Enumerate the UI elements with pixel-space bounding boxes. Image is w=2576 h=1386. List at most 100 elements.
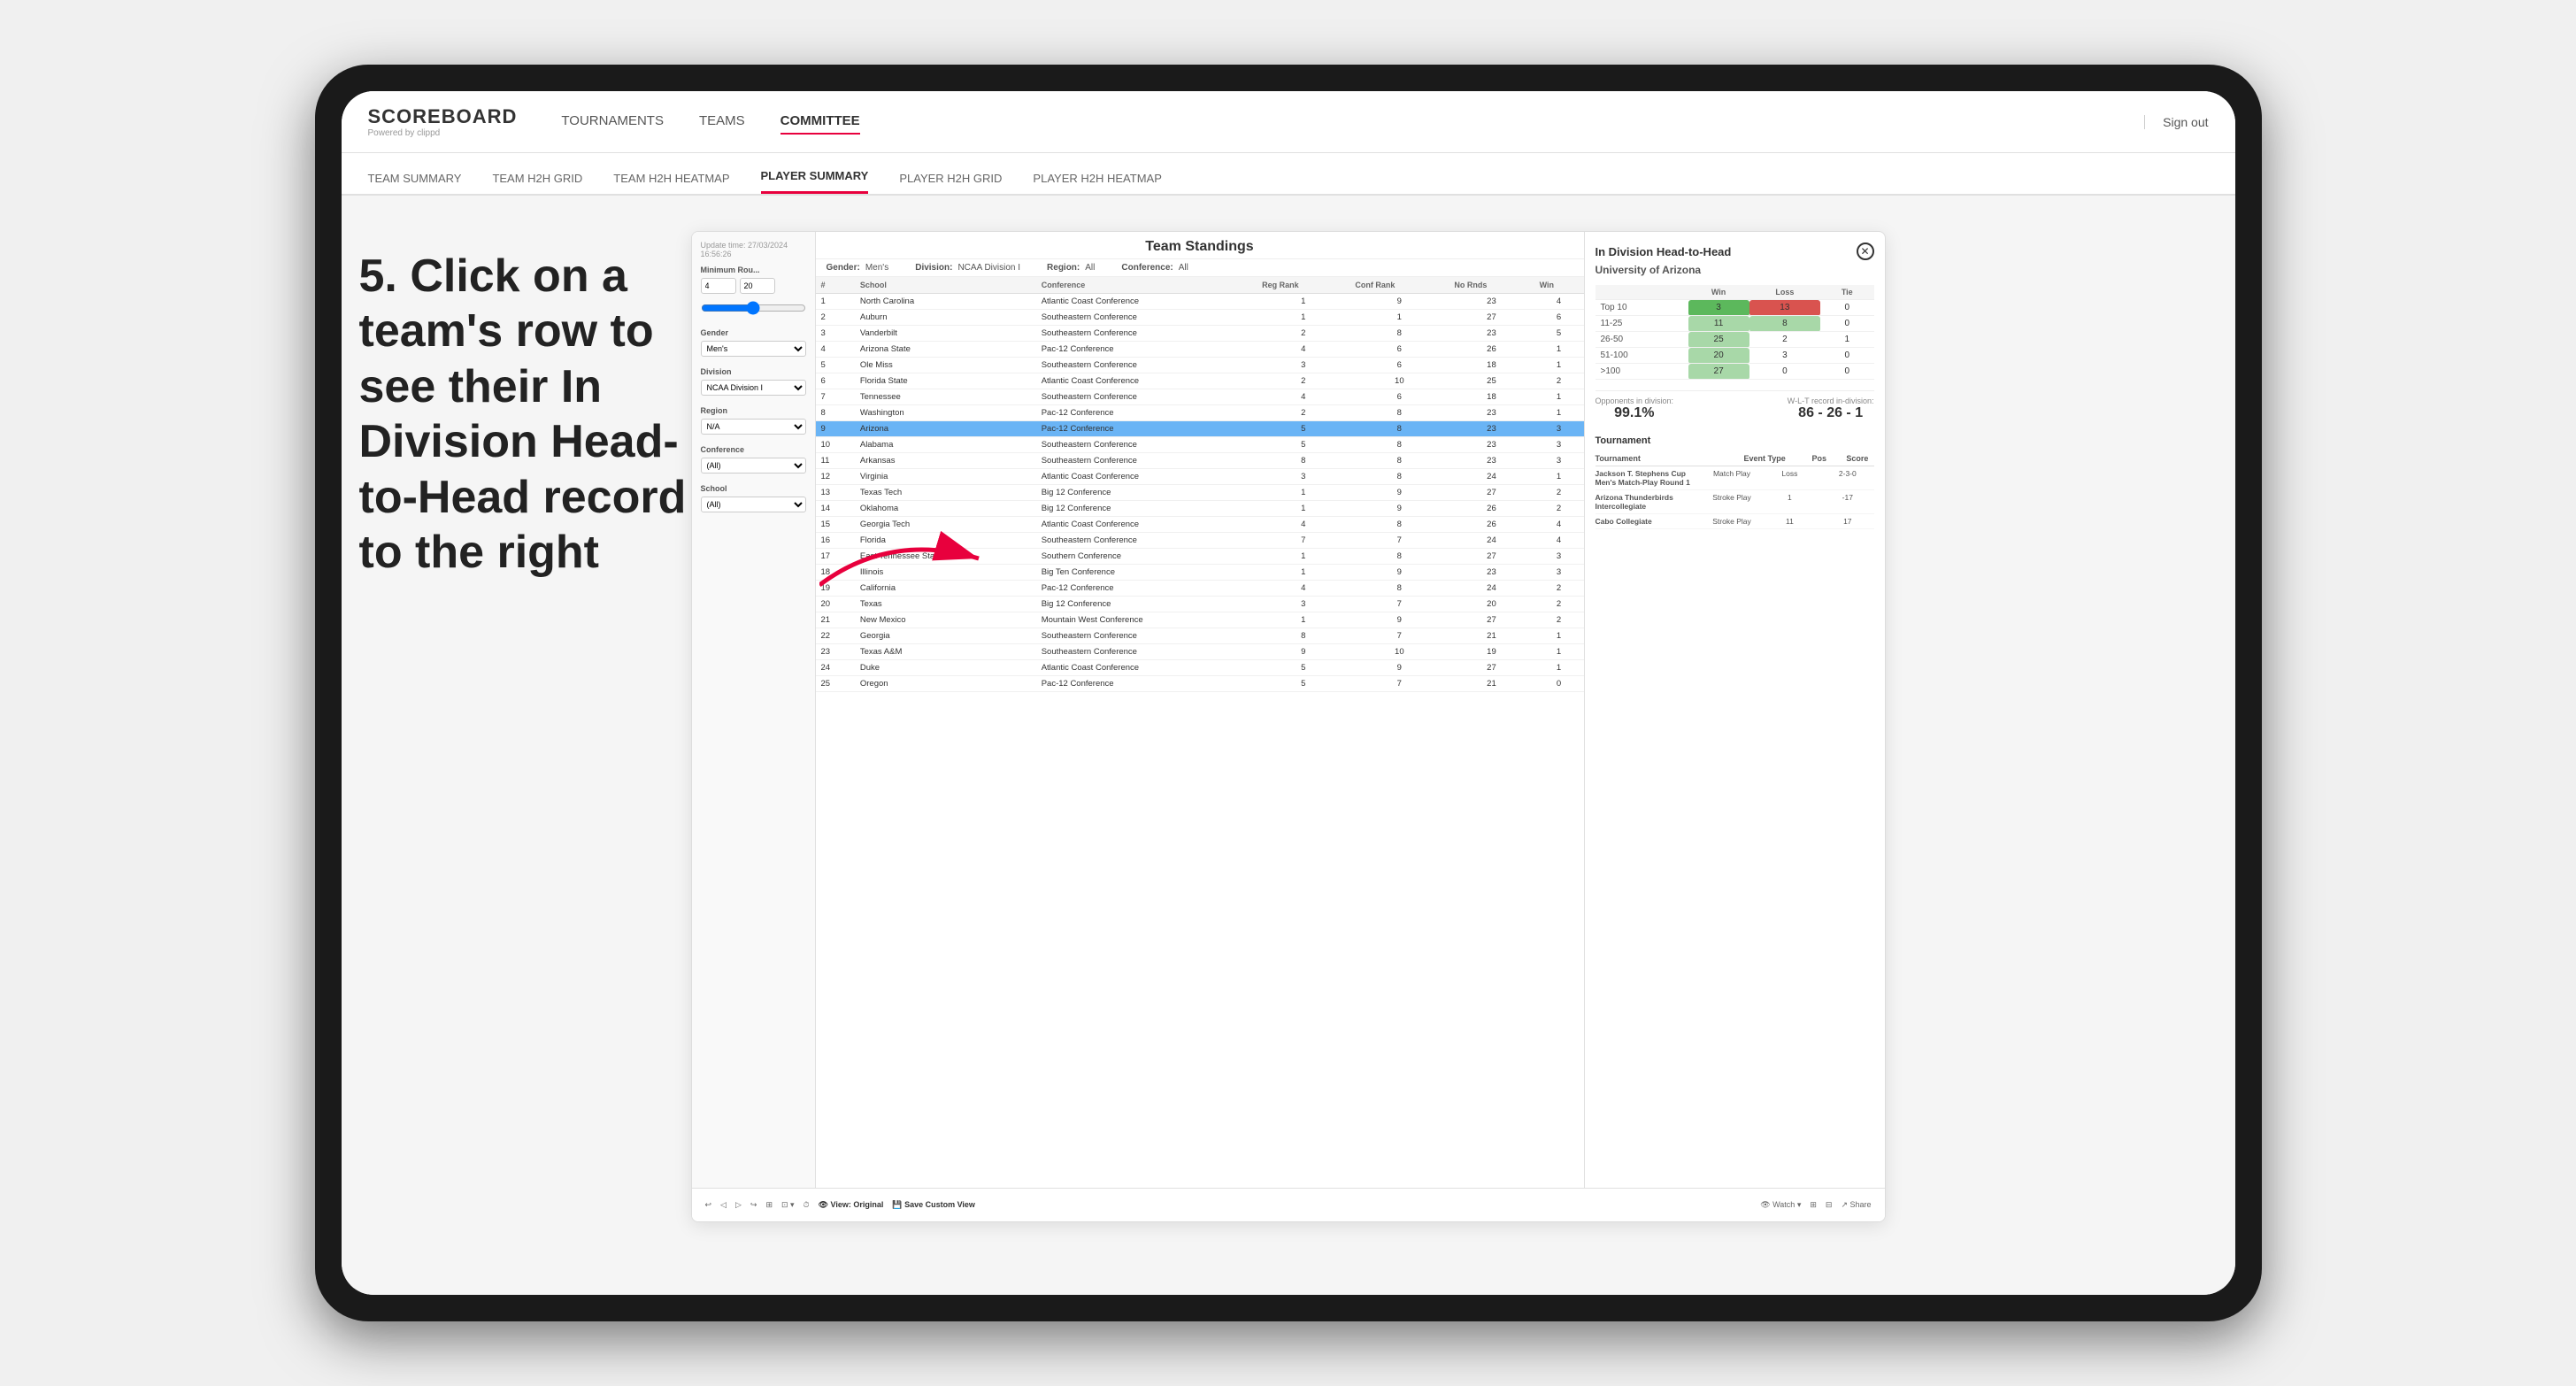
sub-nav-player-h2h-grid[interactable]: PLAYER H2H GRID (899, 172, 1002, 194)
cell-conf-rank: 7 (1350, 533, 1449, 549)
gender-filter-value: Men's (865, 263, 888, 273)
filter-min-rounds-input2[interactable] (740, 278, 775, 294)
cell-win: 3 (1534, 453, 1584, 469)
cell-no-rnds: 23 (1449, 453, 1534, 469)
cell-num: 3 (816, 326, 855, 342)
cell-conf-rank: 6 (1350, 358, 1449, 373)
toolbar-fwd[interactable]: ▷ (735, 1200, 742, 1210)
table-row[interactable]: 22 Georgia Southeastern Conference 8 7 2… (816, 628, 1584, 644)
h2h-row: Top 10 3 13 0 (1596, 300, 1874, 316)
h2h-panel: In Division Head-to-Head ✕ University of… (1584, 232, 1885, 1188)
toolbar-icon1[interactable]: ⊞ (1810, 1200, 1817, 1210)
table-row[interactable]: 6 Florida State Atlantic Coast Conferenc… (816, 373, 1584, 389)
table-row[interactable]: 11 Arkansas Southeastern Conference 8 8 … (816, 453, 1584, 469)
cell-conf-rank: 6 (1350, 342, 1449, 358)
cell-reg-rank: 3 (1257, 358, 1350, 373)
table-row[interactable]: 8 Washington Pac-12 Conference 2 8 23 1 (816, 405, 1584, 421)
cell-win: 0 (1534, 676, 1584, 692)
sub-nav-team-h2h-grid[interactable]: TEAM H2H GRID (492, 172, 582, 194)
tournament-type: Stroke Play (1705, 493, 1757, 511)
h2h-cell-label: 51-100 (1596, 348, 1688, 364)
cell-school: California (855, 581, 1036, 597)
table-row[interactable]: 20 Texas Big 12 Conference 3 7 20 2 (816, 597, 1584, 612)
cell-conference: Southeastern Conference (1036, 358, 1257, 373)
h2h-cell-win: 20 (1688, 348, 1749, 364)
toolbar-watch[interactable]: 👁 Watch ▾ (1760, 1200, 1801, 1210)
table-row[interactable]: 24 Duke Atlantic Coast Conference 5 9 27… (816, 660, 1584, 676)
table-row[interactable]: 25 Oregon Pac-12 Conference 5 7 21 0 (816, 676, 1584, 692)
table-row[interactable]: 9 Arizona Pac-12 Conference 5 8 23 3 (816, 421, 1584, 437)
standings-table: # School Conference Reg Rank Conf Rank N… (816, 277, 1584, 692)
cell-school: Virginia (855, 469, 1036, 485)
nav-committee[interactable]: COMMITTEE (780, 109, 860, 135)
table-row[interactable]: 2 Auburn Southeastern Conference 1 1 27 … (816, 310, 1584, 326)
table-row[interactable]: 19 California Pac-12 Conference 4 8 24 2 (816, 581, 1584, 597)
cell-conference: Big 12 Conference (1036, 501, 1257, 517)
table-row[interactable]: 5 Ole Miss Southeastern Conference 3 6 1… (816, 358, 1584, 373)
cell-win: 3 (1534, 549, 1584, 565)
cell-conf-rank: 10 (1350, 373, 1449, 389)
h2h-close-btn[interactable]: ✕ (1857, 243, 1874, 260)
table-row[interactable]: 21 New Mexico Mountain West Conference 1… (816, 612, 1584, 628)
h2h-tournaments-list: TournamentEvent TypePosScore Jackson T. … (1596, 451, 1874, 529)
toolbar-copy[interactable]: ⊞ (765, 1200, 773, 1210)
table-row[interactable]: 4 Arizona State Pac-12 Conference 4 6 26… (816, 342, 1584, 358)
col-school: School (855, 277, 1036, 294)
cell-num: 2 (816, 310, 855, 326)
toolbar-back[interactable]: ◁ (720, 1200, 727, 1210)
toolbar-share[interactable]: ↗ Share (1841, 1200, 1871, 1210)
table-row[interactable]: 16 Florida Southeastern Conference 7 7 2… (816, 533, 1584, 549)
sub-nav-player-summary[interactable]: PLAYER SUMMARY (761, 169, 869, 194)
tournament-name: Jackson T. Stephens Cup Men's Match-Play… (1596, 469, 1701, 487)
toolbar-more[interactable]: ⊡ ▾ (781, 1200, 795, 1210)
sign-out-link[interactable]: Sign out (2144, 115, 2208, 129)
toolbar-save-custom[interactable]: 💾 Save Custom View (892, 1200, 975, 1210)
table-row[interactable]: 17 East Tennessee State Southern Confere… (816, 549, 1584, 565)
cell-conf-rank: 8 (1350, 549, 1449, 565)
sub-nav-team-summary[interactable]: TEAM SUMMARY (368, 172, 462, 194)
sub-nav-player-h2h-heatmap[interactable]: PLAYER H2H HEATMAP (1033, 172, 1161, 194)
h2h-cell-win: 11 (1688, 316, 1749, 332)
table-row[interactable]: 14 Oklahoma Big 12 Conference 1 9 26 2 (816, 501, 1584, 517)
cell-conference: Big 12 Conference (1036, 597, 1257, 612)
cell-reg-rank: 8 (1257, 453, 1350, 469)
cell-conference: Atlantic Coast Conference (1036, 294, 1257, 310)
sub-nav-team-h2h-heatmap[interactable]: TEAM H2H HEATMAP (613, 172, 729, 194)
cell-no-rnds: 24 (1449, 581, 1534, 597)
toolbar-redo[interactable]: ↪ (750, 1200, 757, 1210)
nav-tournaments[interactable]: TOURNAMENTS (561, 109, 664, 135)
toolbar-view-original[interactable]: 👁 View: Original (819, 1200, 884, 1210)
h2h-cell-label: >100 (1596, 364, 1688, 380)
cell-conference: Atlantic Coast Conference (1036, 517, 1257, 533)
table-row[interactable]: 12 Virginia Atlantic Coast Conference 3 … (816, 469, 1584, 485)
toolbar-icon2[interactable]: ⊟ (1826, 1200, 1833, 1210)
h2h-cell-tie: 0 (1820, 316, 1873, 332)
table-row[interactable]: 1 North Carolina Atlantic Coast Conferen… (816, 294, 1584, 310)
table-row[interactable]: 23 Texas A&M Southeastern Conference 9 1… (816, 644, 1584, 660)
toolbar-clock[interactable]: ⏱ (804, 1200, 810, 1210)
cell-win: 5 (1534, 326, 1584, 342)
cell-school: Arizona (855, 421, 1036, 437)
table-row[interactable]: 7 Tennessee Southeastern Conference 4 6 … (816, 389, 1584, 405)
cell-no-rnds: 19 (1449, 644, 1534, 660)
cell-reg-rank: 3 (1257, 597, 1350, 612)
cell-reg-rank: 1 (1257, 501, 1350, 517)
table-row[interactable]: 10 Alabama Southeastern Conference 5 8 2… (816, 437, 1584, 453)
h2h-cell-loss: 3 (1749, 348, 1820, 364)
cell-reg-rank: 4 (1257, 517, 1350, 533)
cell-reg-rank: 7 (1257, 533, 1350, 549)
table-row[interactable]: 3 Vanderbilt Southeastern Conference 2 8… (816, 326, 1584, 342)
h2h-table: Win Loss Tie Top 10 3 13 0 11-25 11 8 0 … (1596, 285, 1874, 380)
toolbar-undo[interactable]: ↩ (705, 1200, 712, 1210)
table-row[interactable]: 18 Illinois Big Ten Conference 1 9 23 3 (816, 565, 1584, 581)
nav-teams[interactable]: TEAMS (699, 109, 745, 135)
cell-win: 4 (1534, 294, 1584, 310)
table-row[interactable]: 15 Georgia Tech Atlantic Coast Conferenc… (816, 517, 1584, 533)
h2h-tournaments-label: Tournament (1596, 435, 1874, 446)
cell-conference: Southeastern Conference (1036, 453, 1257, 469)
cell-school: Illinois (855, 565, 1036, 581)
cell-no-rnds: 27 (1449, 660, 1534, 676)
col-num: # (816, 277, 855, 294)
table-row[interactable]: 13 Texas Tech Big 12 Conference 1 9 27 2 (816, 485, 1584, 501)
cell-num: 23 (816, 644, 855, 660)
